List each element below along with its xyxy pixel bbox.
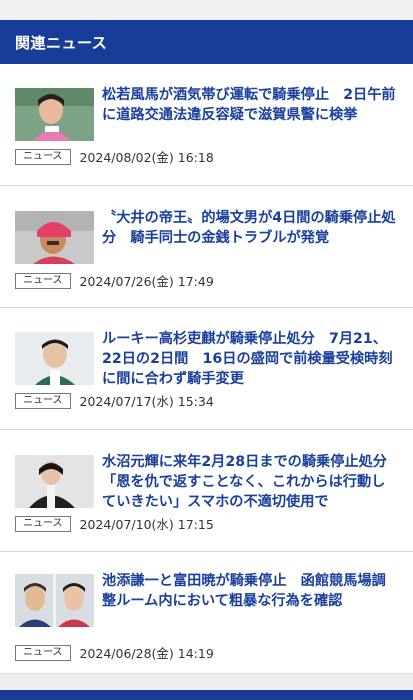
news-item[interactable]: 水沼元輝に来年2月28日までの騎乗停止処分「恩を仇で返すことなく、これからは行動… (0, 430, 413, 552)
news-date: 2024/06/28(金) 14:19 (79, 646, 214, 661)
news-item[interactable]: 松若風馬が酒気帯び運転で騎乗停止 2日午前に道路交通法違反容疑で滋賀県警に検挙 … (0, 64, 413, 186)
news-item[interactable]: ルーキー高杉吏麒が騎乗停止処分 7月21、22日の2日間 16日の盛岡で前検量受… (0, 308, 413, 430)
news-thumbnail[interactable] (15, 88, 94, 141)
news-title[interactable]: 水沼元輝に来年2月28日までの騎乗停止処分「恩を仇で返すことなく、これからは行動… (102, 452, 398, 512)
news-thumbnail[interactable] (15, 332, 94, 385)
bottom-bar (0, 690, 413, 700)
news-title[interactable]: ルーキー高杉吏麒が騎乗停止処分 7月21、22日の2日間 16日の盛岡で前検量受… (102, 329, 398, 389)
news-title[interactable]: 池添謙一と富田暁が騎乗停止 函館競馬場調整ルーム内において粗暴な行為を確認 (102, 571, 398, 611)
category-badge: ニュース (15, 515, 71, 532)
section-header: 関連ニュース (0, 20, 413, 64)
category-badge: ニュース (15, 644, 71, 661)
section-title: 関連ニュース (15, 33, 108, 52)
news-list: 松若風馬が酒気帯び運転で騎乗停止 2日午前に道路交通法違反容疑で滋賀県警に検挙 … (0, 64, 413, 674)
top-strip (0, 0, 413, 20)
news-date: 2024/07/26(金) 17:49 (79, 274, 214, 289)
news-thumbnail[interactable] (15, 211, 94, 264)
news-item[interactable]: 〝大井の帝王〟的場文男が4日間の騎乗停止処分 騎手同士の金銭トラブルが発覚 ニュ… (0, 186, 413, 308)
category-badge: ニュース (15, 272, 71, 289)
news-date: 2024/07/10(水) 17:15 (79, 517, 214, 532)
news-title[interactable]: 松若風馬が酒気帯び運転で騎乗停止 2日午前に道路交通法違反容疑で滋賀県警に検挙 (102, 85, 398, 125)
category-badge: ニュース (15, 392, 71, 409)
news-thumbnail[interactable] (15, 574, 94, 627)
news-item[interactable]: 池添謙一と富田暁が騎乗停止 函館競馬場調整ルーム内において粗暴な行為を確認 ニュ… (0, 552, 413, 674)
news-thumbnail[interactable] (15, 455, 94, 508)
news-title[interactable]: 〝大井の帝王〟的場文男が4日間の騎乗停止処分 騎手同士の金銭トラブルが発覚 (102, 208, 398, 248)
news-date: 2024/08/02(金) 16:18 (79, 150, 214, 165)
news-date: 2024/07/17(水) 15:34 (79, 394, 214, 409)
category-badge: ニュース (15, 148, 71, 165)
